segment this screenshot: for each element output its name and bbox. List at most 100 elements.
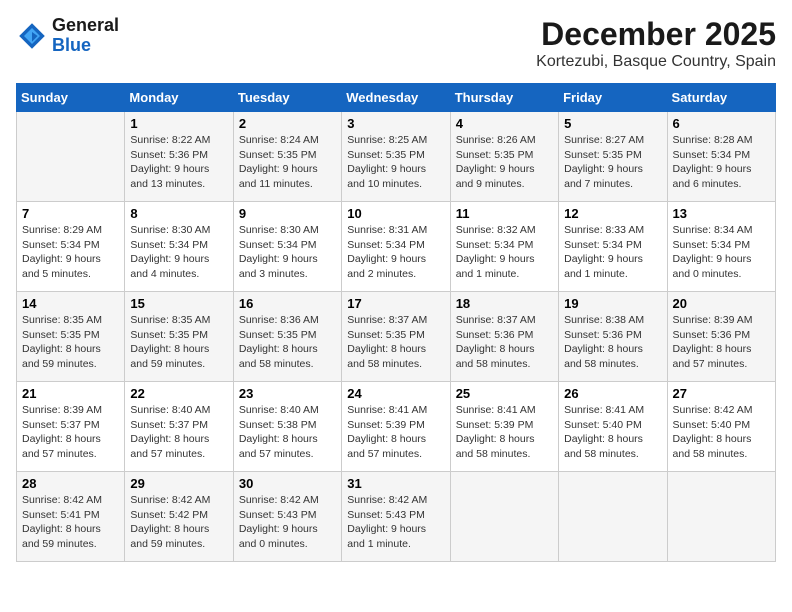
day-info: Sunrise: 8:42 AMSunset: 5:43 PMDaylight:…: [347, 493, 444, 552]
day-info: Sunrise: 8:32 AMSunset: 5:34 PMDaylight:…: [456, 223, 553, 282]
day-number: 14: [22, 296, 119, 311]
calendar-cell: 28Sunrise: 8:42 AMSunset: 5:41 PMDayligh…: [17, 472, 125, 562]
day-info: Sunrise: 8:25 AMSunset: 5:35 PMDaylight:…: [347, 133, 444, 192]
day-number: 20: [673, 296, 770, 311]
header-cell-tuesday: Tuesday: [233, 84, 341, 112]
subtitle: Kortezubi, Basque Country, Spain: [536, 53, 776, 71]
calendar-table: SundayMondayTuesdayWednesdayThursdayFrid…: [16, 83, 776, 562]
calendar-cell: 12Sunrise: 8:33 AMSunset: 5:34 PMDayligh…: [559, 202, 667, 292]
day-info: Sunrise: 8:39 AMSunset: 5:37 PMDaylight:…: [22, 403, 119, 462]
calendar-cell: 26Sunrise: 8:41 AMSunset: 5:40 PMDayligh…: [559, 382, 667, 472]
calendar-cell: 2 Sunrise: 8:24 AMSunset: 5:35 PMDaylight…: [233, 112, 341, 202]
logo: General Blue: [16, 16, 119, 56]
day-info: Sunrise: 8:42 AMSunset: 5:40 PMDaylight:…: [673, 403, 770, 462]
day-info: Sunrise: 8:40 AMSunset: 5:38 PMDaylight:…: [239, 403, 336, 462]
calendar-cell: 11 Sunrise: 8:32 AMSunset: 5:34 PMDayligh…: [450, 202, 558, 292]
calendar-cell: 22 Sunrise: 8:40 AMSunset: 5:37 PMDayligh…: [125, 382, 233, 472]
day-info: Sunrise: 8:30 AMSunset: 5:34 PMDaylight:…: [239, 223, 336, 282]
day-number: 10: [347, 206, 444, 221]
header: General Blue December 2025 Kortezubi, Ba…: [16, 16, 776, 71]
day-number: 6: [673, 116, 770, 131]
day-info: Sunrise: 8:30 AMSunset: 5:34 PMDaylight:…: [130, 223, 227, 282]
day-info: Sunrise: 8:27 AMSunset: 5:35 PMDaylight:…: [564, 133, 661, 192]
day-info: Sunrise: 8:28 AMSunset: 5:34 PMDaylight:…: [673, 133, 770, 192]
day-info: Sunrise: 8:29 AMSunset: 5:34 PMDaylight:…: [22, 223, 119, 282]
title-area: December 2025 Kortezubi, Basque Country,…: [536, 16, 776, 71]
header-cell-wednesday: Wednesday: [342, 84, 450, 112]
day-number: 21: [22, 386, 119, 401]
day-number: 12: [564, 206, 661, 221]
week-row-0: 1Sunrise: 8:22 AMSunset: 5:36 PMDaylight…: [17, 112, 776, 202]
calendar-cell: 16 Sunrise: 8:36 AMSunset: 5:35 PMDayligh…: [233, 292, 341, 382]
day-number: 31: [347, 476, 444, 491]
day-number: 25: [456, 386, 553, 401]
day-number: 29: [130, 476, 227, 491]
day-number: 2: [239, 116, 336, 131]
calendar-cell: 10Sunrise: 8:31 AMSunset: 5:34 PMDayligh…: [342, 202, 450, 292]
day-number: 11: [456, 206, 553, 221]
calendar-cell: 27Sunrise: 8:42 AMSunset: 5:40 PMDayligh…: [667, 382, 775, 472]
day-number: 26: [564, 386, 661, 401]
day-info: Sunrise: 8:36 AMSunset: 5:35 PMDaylight:…: [239, 313, 336, 372]
day-number: 16: [239, 296, 336, 311]
header-cell-thursday: Thursday: [450, 84, 558, 112]
header-row: SundayMondayTuesdayWednesdayThursdayFrid…: [17, 84, 776, 112]
calendar-cell: 4 Sunrise: 8:26 AMSunset: 5:35 PMDaylight…: [450, 112, 558, 202]
day-number: 8: [130, 206, 227, 221]
calendar-cell: 17Sunrise: 8:37 AMSunset: 5:35 PMDayligh…: [342, 292, 450, 382]
day-info: Sunrise: 8:35 AMSunset: 5:35 PMDaylight:…: [22, 313, 119, 372]
calendar-cell: 3 Sunrise: 8:25 AMSunset: 5:35 PMDaylight…: [342, 112, 450, 202]
day-info: Sunrise: 8:37 AMSunset: 5:36 PMDaylight:…: [456, 313, 553, 372]
calendar-cell: 13Sunrise: 8:34 AMSunset: 5:34 PMDayligh…: [667, 202, 775, 292]
header-cell-saturday: Saturday: [667, 84, 775, 112]
week-row-1: 7 Sunrise: 8:29 AMSunset: 5:34 PMDaylight…: [17, 202, 776, 292]
day-number: 7: [22, 206, 119, 221]
day-number: 22: [130, 386, 227, 401]
day-number: 13: [673, 206, 770, 221]
day-info: Sunrise: 8:41 AMSunset: 5:39 PMDaylight:…: [456, 403, 553, 462]
calendar-cell: [667, 472, 775, 562]
day-info: Sunrise: 8:39 AMSunset: 5:36 PMDaylight:…: [673, 313, 770, 372]
week-row-4: 28Sunrise: 8:42 AMSunset: 5:41 PMDayligh…: [17, 472, 776, 562]
day-number: 15: [130, 296, 227, 311]
calendar-cell: 25 Sunrise: 8:41 AMSunset: 5:39 PMDayligh…: [450, 382, 558, 472]
logo-icon: [16, 20, 48, 52]
week-row-2: 14 Sunrise: 8:35 AMSunset: 5:35 PMDayligh…: [17, 292, 776, 382]
day-number: 30: [239, 476, 336, 491]
calendar-cell: 21 Sunrise: 8:39 AMSunset: 5:37 PMDayligh…: [17, 382, 125, 472]
header-cell-sunday: Sunday: [17, 84, 125, 112]
day-number: 18: [456, 296, 553, 311]
calendar-cell: [17, 112, 125, 202]
calendar-cell: 18 Sunrise: 8:37 AMSunset: 5:36 PMDayligh…: [450, 292, 558, 382]
calendar-cell: 30Sunrise: 8:42 AMSunset: 5:43 PMDayligh…: [233, 472, 341, 562]
calendar-cell: 19 Sunrise: 8:38 AMSunset: 5:36 PMDayligh…: [559, 292, 667, 382]
header-cell-friday: Friday: [559, 84, 667, 112]
day-number: 24: [347, 386, 444, 401]
calendar-cell: 9Sunrise: 8:30 AMSunset: 5:34 PMDaylight…: [233, 202, 341, 292]
calendar-cell: 8 Sunrise: 8:30 AMSunset: 5:34 PMDaylight…: [125, 202, 233, 292]
day-number: 19: [564, 296, 661, 311]
day-info: Sunrise: 8:24 AMSunset: 5:35 PMDaylight:…: [239, 133, 336, 192]
day-number: 1: [130, 116, 227, 131]
header-cell-monday: Monday: [125, 84, 233, 112]
day-info: Sunrise: 8:40 AMSunset: 5:37 PMDaylight:…: [130, 403, 227, 462]
day-number: 3: [347, 116, 444, 131]
calendar-cell: 29 Sunrise: 8:42 AMSunset: 5:42 PMDayligh…: [125, 472, 233, 562]
calendar-cell: 6 Sunrise: 8:28 AMSunset: 5:34 PMDaylight…: [667, 112, 775, 202]
calendar-cell: 23 Sunrise: 8:40 AMSunset: 5:38 PMDayligh…: [233, 382, 341, 472]
day-info: Sunrise: 8:26 AMSunset: 5:35 PMDaylight:…: [456, 133, 553, 192]
calendar-cell: 20 Sunrise: 8:39 AMSunset: 5:36 PMDayligh…: [667, 292, 775, 382]
calendar-cell: [450, 472, 558, 562]
calendar-cell: 7 Sunrise: 8:29 AMSunset: 5:34 PMDaylight…: [17, 202, 125, 292]
day-number: 28: [22, 476, 119, 491]
day-info: Sunrise: 8:42 AMSunset: 5:42 PMDaylight:…: [130, 493, 227, 552]
calendar-cell: 14 Sunrise: 8:35 AMSunset: 5:35 PMDayligh…: [17, 292, 125, 382]
day-info: Sunrise: 8:35 AMSunset: 5:35 PMDaylight:…: [130, 313, 227, 372]
day-number: 5: [564, 116, 661, 131]
day-number: 4: [456, 116, 553, 131]
day-info: Sunrise: 8:38 AMSunset: 5:36 PMDaylight:…: [564, 313, 661, 372]
logo-text: General Blue: [52, 16, 119, 56]
day-number: 23: [239, 386, 336, 401]
calendar-cell: 31 Sunrise: 8:42 AMSunset: 5:43 PMDayligh…: [342, 472, 450, 562]
main-title: December 2025: [536, 16, 776, 53]
